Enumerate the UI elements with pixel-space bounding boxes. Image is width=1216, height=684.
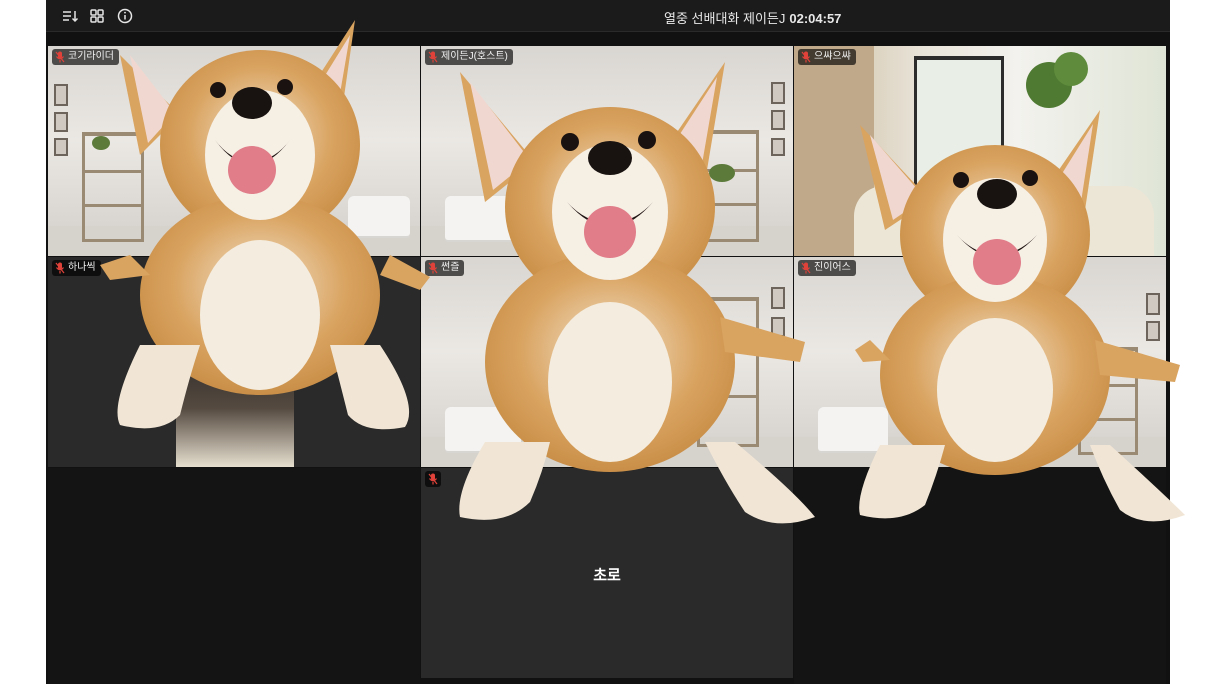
meeting-timer: 02:04:57 [789, 11, 842, 26]
meeting-title: 열중 선배대화 제이든J 02:04:57 [664, 8, 841, 27]
corgi-sticker [855, 110, 1185, 522]
participant-name: 하나씩 [68, 262, 96, 273]
mic-muted-icon [428, 473, 438, 485]
empty-tile [48, 468, 420, 684]
camera-off-name: 초로 [593, 567, 621, 584]
corgi-sticker [459, 62, 815, 524]
corgi-sticker [100, 20, 430, 430]
participant-name-tag: 하나씩 [52, 260, 101, 276]
sort-icon[interactable] [61, 7, 79, 25]
participant-name-tag [425, 471, 441, 487]
mic-muted-icon [55, 51, 65, 63]
mic-muted-icon [55, 262, 65, 274]
meeting-title-text: 열중 선배대화 제이든J [664, 11, 786, 26]
